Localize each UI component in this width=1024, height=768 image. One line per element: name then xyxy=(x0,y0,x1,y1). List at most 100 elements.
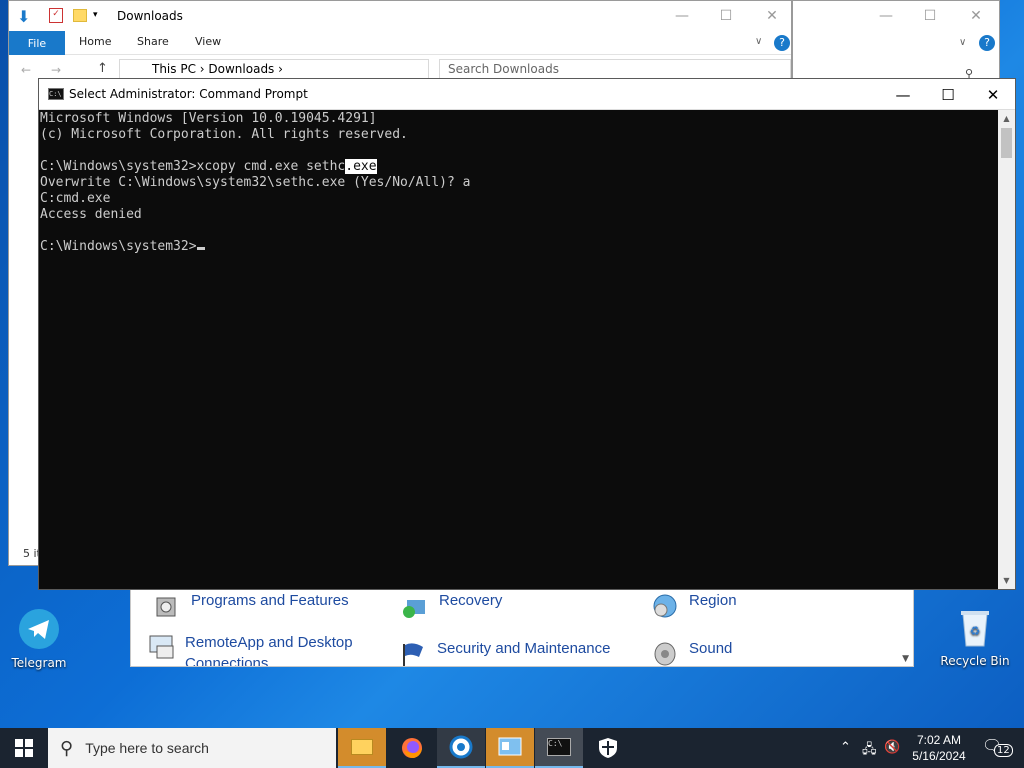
taskbar: ⚲ Type here to search C:\ ⌃ 🖧 🔇 7:02 AM … xyxy=(0,728,1024,768)
cp-item-sound[interactable]: Sound xyxy=(651,640,733,666)
close-button[interactable]: ✕ xyxy=(749,1,795,31)
cp-item-label: Sound xyxy=(689,640,733,657)
taskbar-search-box[interactable]: ⚲ Type here to search xyxy=(48,728,336,768)
tab-home[interactable]: Home xyxy=(79,35,111,48)
scroll-up-icon[interactable]: ▲ xyxy=(998,110,1015,127)
shield-icon xyxy=(599,738,617,758)
folder-icon[interactable] xyxy=(73,9,87,22)
download-arrow-icon: ⬇ xyxy=(17,7,31,26)
recycle-bin-icon: ♻ xyxy=(952,604,998,650)
speaker-icon xyxy=(651,640,679,666)
search-input[interactable]: Search Downloads xyxy=(439,59,791,79)
taskbar-chrome-app[interactable] xyxy=(437,728,485,768)
minimize-button[interactable]: — xyxy=(880,79,926,110)
maximize-button[interactable]: ☐ xyxy=(703,1,749,31)
flag-icon xyxy=(399,640,427,666)
console-line: Access denied xyxy=(40,207,142,222)
clock-date: 5/16/2024 xyxy=(912,749,966,763)
minimize-button[interactable]: — xyxy=(659,1,705,31)
cp-item-label: Security and Maintenance xyxy=(437,640,611,657)
up-arrow-icon[interactable]: ↑ xyxy=(97,61,108,76)
explorer-titlebar[interactable]: ⬇ ✓ ▾ Downloads — ☐ ✕ xyxy=(9,1,791,31)
cmd-icon: C:\ xyxy=(48,88,64,100)
system-clock[interactable]: 7:02 AM 5/16/2024 xyxy=(902,732,976,764)
app-circle-icon xyxy=(449,735,473,759)
control-panel-icon xyxy=(498,737,522,756)
scroll-down-icon[interactable]: ▼ xyxy=(902,654,909,664)
taskbar-cmd[interactable]: C:\ xyxy=(535,728,583,768)
console-line: (c) Microsoft Corporation. All rights re… xyxy=(40,127,408,142)
tab-file[interactable]: File xyxy=(9,31,65,55)
cmd-icon: C:\ xyxy=(547,738,571,756)
maximize-button[interactable]: ☐ xyxy=(925,79,971,110)
console-output[interactable]: Microsoft Windows [Version 10.0.19045.42… xyxy=(39,110,998,589)
text-selection: .exe xyxy=(345,159,377,174)
cp-item-label: Programs and Features xyxy=(191,592,349,609)
console-line: Microsoft Windows [Version 10.0.19045.42… xyxy=(40,111,377,126)
cp-item-region[interactable]: Region xyxy=(651,592,737,620)
search-icon: ⚲ xyxy=(60,737,74,758)
close-button[interactable]: ✕ xyxy=(970,79,1016,110)
help-icon[interactable]: ? xyxy=(979,35,995,51)
cp-item-label: Recovery xyxy=(439,592,503,609)
cp-item-label: RemoteApp and Desktop Connections xyxy=(185,634,353,667)
address-bar[interactable]: This PC › Downloads › xyxy=(119,59,429,79)
minimize-button[interactable]: — xyxy=(863,1,909,31)
cmd-scrollbar[interactable]: ▲ ▼ xyxy=(998,110,1015,589)
cp-item-programs[interactable]: Programs and Features xyxy=(153,592,349,620)
chevron-down-icon[interactable]: ∨ xyxy=(755,36,762,47)
notification-center-button[interactable]: 🗨 12 xyxy=(982,736,1013,760)
tab-share[interactable]: Share xyxy=(137,35,169,48)
windows-logo-icon xyxy=(15,739,33,757)
breadcrumb-downloads[interactable]: Downloads xyxy=(208,62,274,76)
back-arrow-icon[interactable]: ← xyxy=(21,63,31,77)
chevron-down-icon[interactable]: ▾ xyxy=(93,10,98,20)
clock-time: 7:02 AM xyxy=(916,733,962,747)
cp-item-label: Region xyxy=(689,592,737,609)
window-title: Downloads xyxy=(117,9,183,23)
start-button[interactable] xyxy=(0,728,48,768)
taskbar-security[interactable] xyxy=(584,728,632,768)
region-icon xyxy=(651,592,679,620)
remoteapp-icon xyxy=(147,632,175,660)
help-icon[interactable]: ? xyxy=(774,35,790,51)
console-line: C:cmd.exe xyxy=(40,191,111,206)
text-cursor xyxy=(196,247,205,250)
programs-icon xyxy=(153,592,181,620)
breadcrumb-this-pc[interactable]: This PC xyxy=(152,62,196,76)
telegram-icon xyxy=(16,606,62,652)
notification-count-badge: 12 xyxy=(994,744,1013,757)
cp-item-security[interactable]: Security and Maintenance xyxy=(399,640,611,666)
console-line-selection: C:\Windows\system32>xcopy cmd.exe sethc.… xyxy=(40,159,377,174)
volume-muted-icon[interactable]: 🔇 xyxy=(884,740,900,755)
cmd-titlebar[interactable]: C:\ Select Administrator: Command Prompt… xyxy=(39,79,1015,110)
svg-text:♻: ♻ xyxy=(970,624,981,638)
explorer-window-back: — ☐ ✕ ∨ ? ⚲ xyxy=(792,0,1000,82)
scroll-thumb[interactable] xyxy=(1001,128,1012,158)
taskbar-file-explorer[interactable] xyxy=(338,728,386,768)
cmd-window: C:\ Select Administrator: Command Prompt… xyxy=(38,78,1016,590)
close-button[interactable]: ✕ xyxy=(953,1,999,31)
desktop-icon-recycle-bin[interactable]: ♻ Recycle Bin xyxy=(940,604,1010,668)
ribbon-tabs: File Home Share View ∨ ? xyxy=(9,31,791,55)
tab-view[interactable]: View xyxy=(195,35,221,48)
maximize-button[interactable]: ☐ xyxy=(907,1,953,31)
desktop-icon-telegram[interactable]: Telegram xyxy=(4,606,74,670)
cp-item-remoteapp[interactable]: RemoteApp and Desktop Connections xyxy=(147,632,375,667)
taskbar-firefox[interactable] xyxy=(388,728,436,768)
properties-icon[interactable]: ✓ xyxy=(49,8,63,23)
desktop-icon-label: Telegram xyxy=(11,656,67,670)
cp-item-recovery[interactable]: Recovery xyxy=(401,592,502,620)
folder-icon xyxy=(351,739,373,755)
chevron-down-icon[interactable]: ∨ xyxy=(959,37,966,48)
forward-arrow-icon[interactable]: → xyxy=(51,63,61,77)
recovery-icon xyxy=(401,592,429,620)
chevron-up-icon[interactable]: ⌃ xyxy=(840,740,851,755)
taskbar-control-panel[interactable] xyxy=(486,728,534,768)
control-panel-window: Programs and Features Recovery Region Re… xyxy=(130,585,914,667)
scroll-down-icon[interactable]: ▼ xyxy=(998,572,1015,589)
console-line: Overwrite C:\Windows\system32\sethc.exe … xyxy=(40,175,471,190)
network-icon[interactable]: 🖧 xyxy=(862,740,877,762)
